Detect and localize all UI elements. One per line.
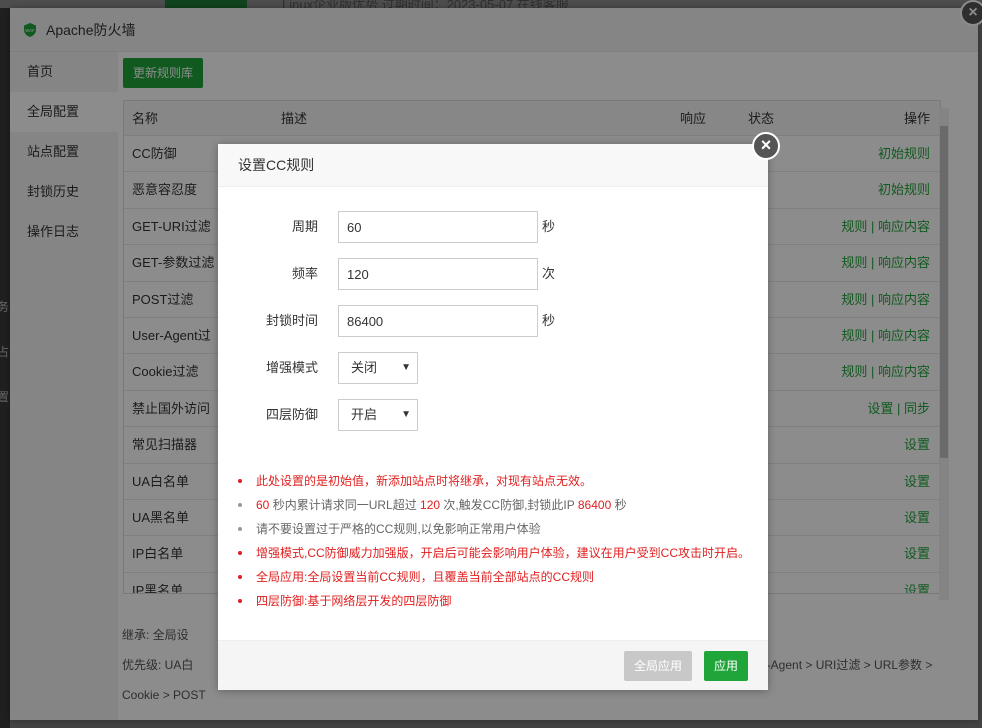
period-label: 周期 bbox=[291, 219, 318, 234]
enhanced-mode-select[interactable]: 关闭 ▼ bbox=[338, 352, 418, 384]
global-apply-button[interactable]: 全局应用 bbox=[623, 651, 692, 681]
frequency-row: 频率 次 bbox=[218, 258, 768, 290]
chevron-down-icon: ▼ bbox=[401, 409, 411, 420]
chevron-down-icon: ▼ bbox=[401, 362, 411, 373]
tip-summary: 60 秒内累计请求同一URL超过 120 次,触发CC防御,封锁此IP 8640… bbox=[238, 493, 758, 517]
layer4-label: 四层防御 bbox=[265, 407, 318, 422]
layer4-row: 四层防御 开启 ▼ bbox=[218, 399, 768, 431]
tip-summary-text: 秒内累计请求同一URL超过 bbox=[269, 498, 421, 512]
frequency-input[interactable] bbox=[338, 258, 538, 290]
enhanced-mode-value: 关闭 bbox=[351, 360, 378, 375]
period-row: 周期 秒 bbox=[218, 211, 768, 243]
enhanced-mode-row: 增强模式 关闭 ▼ bbox=[218, 352, 768, 384]
tip-not-too-strict: 请不要设置过于严格的CC规则,以免影响正常用户体验 bbox=[238, 517, 758, 541]
tips-list: 此处设置的是初始值，新添加站点时将继承，对现有站点无效。 60 秒内累计请求同一… bbox=[238, 469, 758, 613]
block-time-input[interactable] bbox=[338, 305, 538, 337]
tip-summary-text: 次,触发CC防御,封锁此IP bbox=[440, 498, 578, 512]
layer4-value: 开启 bbox=[351, 407, 378, 422]
dialog-close-button[interactable]: × bbox=[752, 132, 780, 160]
tip-summary-block-time: 86400 bbox=[577, 498, 612, 512]
tip-initial-value: 此处设置的是初始值，新添加站点时将继承，对现有站点无效。 bbox=[238, 469, 758, 493]
frequency-label: 频率 bbox=[291, 266, 318, 281]
enhanced-mode-label: 增强模式 bbox=[265, 360, 318, 375]
tip-summary-text: 秒 bbox=[611, 498, 627, 512]
cc-rule-dialog: 设置CC规则 × 周期 秒 频率 次 封锁时间 秒 增强模式 关闭 ▼ 四层防御… bbox=[218, 132, 780, 690]
frequency-unit: 次 bbox=[542, 266, 556, 281]
dialog-footer: 全局应用 应用 bbox=[218, 640, 768, 690]
tip-summary-period: 60 bbox=[256, 498, 270, 512]
tip-global-apply: 全局应用:全局设置当前CC规则，且覆盖当前全部站点的CC规则 bbox=[238, 565, 758, 589]
tip-summary-frequency: 120 bbox=[420, 498, 441, 512]
tip-layer4: 四层防御:基于网络层开发的四层防御 bbox=[238, 589, 758, 613]
block-time-label: 封锁时间 bbox=[265, 313, 318, 328]
apply-button[interactable]: 应用 bbox=[703, 651, 748, 681]
tip-enhanced-mode: 增强模式,CC防御威力加强版，开启后可能会影响用户体验，建议在用户受到CC攻击时… bbox=[238, 541, 758, 565]
dialog-title: 设置CC规则 bbox=[218, 144, 768, 187]
period-input[interactable] bbox=[338, 211, 538, 243]
period-unit: 秒 bbox=[542, 219, 556, 234]
layer4-select[interactable]: 开启 ▼ bbox=[338, 399, 418, 431]
block-time-row: 封锁时间 秒 bbox=[218, 305, 768, 337]
block-time-unit: 秒 bbox=[542, 313, 556, 328]
